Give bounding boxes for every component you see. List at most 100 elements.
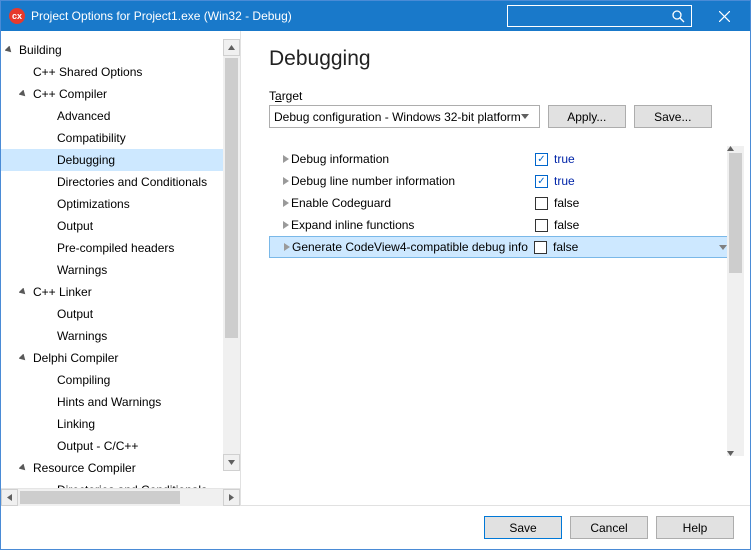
scroll-down-icon[interactable] bbox=[223, 454, 240, 471]
close-icon bbox=[719, 11, 730, 22]
tree-item[interactable]: Delphi Compiler bbox=[1, 347, 240, 369]
target-combobox[interactable]: Debug configuration - Windows 32-bit pla… bbox=[269, 105, 540, 128]
window: cx Project Options for Project1.exe (Win… bbox=[0, 0, 751, 550]
tree-item-label: Warnings bbox=[55, 329, 107, 343]
sidebar-hscrollbar[interactable] bbox=[1, 488, 240, 505]
titlebar-search-input[interactable] bbox=[507, 5, 692, 27]
tree-item-label: Building bbox=[17, 43, 62, 57]
tree-item[interactable]: Pre-compiled headers bbox=[1, 237, 240, 259]
tree-item[interactable]: Compiling bbox=[1, 369, 240, 391]
option-value-text: true bbox=[554, 152, 575, 166]
help-button[interactable]: Help bbox=[656, 516, 734, 539]
tree-item[interactable]: Directories and Conditionals bbox=[1, 479, 240, 488]
tree-item[interactable]: Directories and Conditionals bbox=[1, 171, 240, 193]
scroll-thumb[interactable] bbox=[225, 58, 238, 338]
option-row[interactable]: Generate CodeView4-compatible debug info… bbox=[269, 236, 732, 258]
sidebar: Building C++ Shared Options C++ Compiler Ad… bbox=[1, 31, 241, 505]
tree-item-label: Directories and Conditionals bbox=[55, 483, 207, 488]
tree-item[interactable]: Building bbox=[1, 39, 240, 61]
option-name: Generate CodeView4-compatible debug info bbox=[288, 240, 528, 254]
tree-item-label: Advanced bbox=[55, 109, 110, 123]
tree-item[interactable]: C++ Shared Options bbox=[1, 61, 240, 83]
tree-item-label: Output - C/C++ bbox=[55, 439, 138, 453]
option-name: Debug line number information bbox=[287, 174, 529, 188]
tree-item[interactable]: C++ Linker bbox=[1, 281, 240, 303]
tree-item[interactable]: Debugging bbox=[1, 149, 240, 171]
tree-item[interactable]: C++ Compiler bbox=[1, 83, 240, 105]
save-button[interactable]: Save bbox=[484, 516, 562, 539]
scroll-up-icon[interactable] bbox=[223, 39, 240, 56]
app-icon: cx bbox=[9, 8, 25, 24]
target-combo-value: Debug configuration - Windows 32-bit pla… bbox=[274, 110, 521, 124]
tree-item-label: Output bbox=[55, 219, 93, 233]
scroll-thumb[interactable] bbox=[729, 153, 742, 273]
tree-item-label: Compatibility bbox=[55, 131, 126, 145]
scroll-left-icon[interactable] bbox=[1, 489, 18, 506]
tree-item[interactable]: Advanced bbox=[1, 105, 240, 127]
tree-item[interactable]: Warnings bbox=[1, 259, 240, 281]
option-checkbox[interactable] bbox=[534, 241, 547, 254]
scroll-down-icon[interactable] bbox=[727, 451, 744, 456]
options-grid: Debug information ✓ true Debug line number … bbox=[269, 148, 732, 258]
tree-item-label: C++ Linker bbox=[31, 285, 92, 299]
scroll-thumb[interactable] bbox=[20, 491, 180, 504]
tree-item[interactable]: Resource Compiler bbox=[1, 457, 240, 479]
tree-item-label: Warnings bbox=[55, 263, 107, 277]
tree-item[interactable]: Linking bbox=[1, 413, 240, 435]
option-value-text: false bbox=[554, 196, 579, 210]
tree-item[interactable]: Warnings bbox=[1, 325, 240, 347]
tree-expander-icon[interactable] bbox=[5, 46, 17, 55]
tree-item[interactable]: Compatibility bbox=[1, 127, 240, 149]
option-value-cell[interactable]: false bbox=[528, 240, 731, 254]
tree-item-label: Compiling bbox=[55, 373, 110, 387]
sidebar-vscrollbar[interactable] bbox=[223, 39, 240, 471]
option-name: Expand inline functions bbox=[287, 218, 529, 232]
option-checkbox[interactable] bbox=[535, 219, 548, 232]
tree: Building C++ Shared Options C++ Compiler Ad… bbox=[1, 39, 240, 488]
option-row[interactable]: Debug line number information✓true bbox=[269, 170, 732, 192]
footer: Save Cancel Help bbox=[1, 505, 750, 549]
option-name: Debug information bbox=[287, 152, 529, 166]
option-row[interactable]: Enable Codeguardfalse bbox=[269, 192, 732, 214]
tree-item-label: Pre-compiled headers bbox=[55, 241, 174, 255]
save-options-button[interactable]: Save... bbox=[634, 105, 712, 128]
option-value-cell[interactable]: ✓ true bbox=[529, 152, 732, 166]
tree-item-label: C++ Shared Options bbox=[31, 65, 142, 79]
chevron-right-icon[interactable] bbox=[270, 243, 288, 251]
close-button[interactable] bbox=[704, 1, 744, 31]
chevron-down-icon bbox=[521, 114, 535, 119]
scroll-right-icon[interactable] bbox=[223, 489, 240, 506]
chevron-right-icon[interactable] bbox=[269, 177, 287, 185]
tree-item-label: Delphi Compiler bbox=[31, 351, 118, 365]
option-value-cell[interactable]: false bbox=[529, 196, 732, 210]
main-panel: Debugging Target Debug configuration - W… bbox=[241, 31, 750, 505]
option-row[interactable]: Expand inline functionsfalse bbox=[269, 214, 732, 236]
window-title: Project Options for Project1.exe (Win32 … bbox=[31, 9, 292, 23]
grid-vscrollbar[interactable] bbox=[727, 146, 744, 456]
target-label: Target bbox=[269, 89, 732, 103]
option-checkbox[interactable]: ✓ bbox=[535, 153, 548, 166]
cancel-button[interactable]: Cancel bbox=[570, 516, 648, 539]
chevron-right-icon[interactable] bbox=[269, 221, 287, 229]
chevron-down-icon[interactable] bbox=[719, 245, 727, 250]
option-value-cell[interactable]: false bbox=[529, 218, 732, 232]
tree-expander-icon[interactable] bbox=[19, 464, 31, 473]
body: Building C++ Shared Options C++ Compiler Ad… bbox=[1, 31, 750, 505]
option-checkbox[interactable]: ✓ bbox=[535, 175, 548, 188]
tree-item[interactable]: Output bbox=[1, 215, 240, 237]
option-value-text: false bbox=[553, 240, 578, 254]
apply-button[interactable]: Apply... bbox=[548, 105, 626, 128]
option-checkbox[interactable] bbox=[535, 197, 548, 210]
option-row[interactable]: Debug information ✓ true bbox=[269, 148, 732, 170]
chevron-right-icon[interactable] bbox=[269, 155, 287, 163]
chevron-right-icon[interactable] bbox=[269, 199, 287, 207]
tree-expander-icon[interactable] bbox=[19, 288, 31, 297]
option-value-cell[interactable]: ✓true bbox=[529, 174, 732, 188]
tree-item[interactable]: Hints and Warnings bbox=[1, 391, 240, 413]
tree-expander-icon[interactable] bbox=[19, 354, 31, 363]
tree-item[interactable]: Output - C/C++ bbox=[1, 435, 240, 457]
tree-item[interactable]: Output bbox=[1, 303, 240, 325]
tree-item[interactable]: Optimizations bbox=[1, 193, 240, 215]
tree-expander-icon[interactable] bbox=[19, 90, 31, 99]
search-icon bbox=[672, 10, 685, 23]
